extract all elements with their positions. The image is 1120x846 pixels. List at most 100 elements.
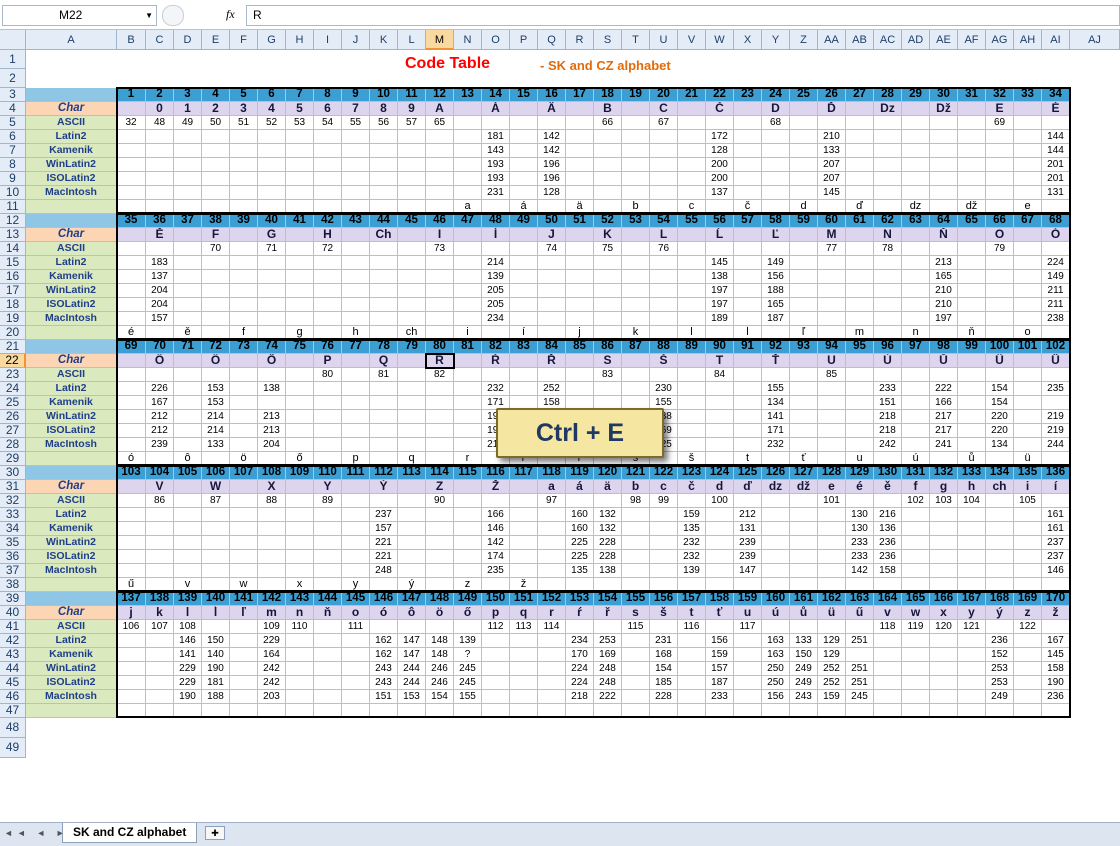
row-header-3[interactable]: 3 — [0, 88, 26, 102]
row-header-20[interactable]: 20 — [0, 326, 26, 340]
row-label-char: Char — [26, 228, 117, 242]
row-header-24[interactable]: 24 — [0, 382, 26, 396]
sheet-tab[interactable]: SK and CZ alphabet — [62, 823, 198, 843]
row-header-23[interactable]: 23 — [0, 368, 26, 382]
row-label-lower — [26, 704, 117, 718]
row-label-lower — [26, 326, 117, 340]
row-header-6[interactable]: 6 — [0, 130, 26, 144]
row-header-42[interactable]: 42 — [0, 634, 26, 648]
row-label-isolatin2: ISOLatin2 — [26, 550, 117, 564]
sheet-tab-bar: ◄◄ ◄ ► ►► SK and CZ alphabet ✚ — [0, 822, 1120, 846]
row-header-17[interactable]: 17 — [0, 284, 26, 298]
column-header-r[interactable]: R — [566, 30, 594, 50]
new-sheet-icon[interactable]: ✚ — [205, 826, 225, 840]
row-header-5[interactable]: 5 — [0, 116, 26, 130]
column-header-p[interactable]: P — [510, 30, 538, 50]
column-header-ad[interactable]: AD — [902, 30, 930, 50]
row-header-35[interactable]: 35 — [0, 536, 26, 550]
row-header-8[interactable]: 8 — [0, 158, 26, 172]
column-header-y[interactable]: Y — [762, 30, 790, 50]
row-header-7[interactable]: 7 — [0, 144, 26, 158]
column-header-w[interactable]: W — [706, 30, 734, 50]
column-header-ac[interactable]: AC — [874, 30, 902, 50]
row-header-4[interactable]: 4 — [0, 102, 26, 116]
column-header-c[interactable]: C — [146, 30, 174, 50]
column-header-o[interactable]: O — [482, 30, 510, 50]
row-header-11[interactable]: 11 — [0, 200, 26, 214]
row-header-16[interactable]: 16 — [0, 270, 26, 284]
row-header-40[interactable]: 40 — [0, 606, 26, 620]
row-header-14[interactable]: 14 — [0, 242, 26, 256]
row-header-12[interactable]: 12 — [0, 214, 26, 228]
column-header-ae[interactable]: AE — [930, 30, 958, 50]
row-header-2[interactable]: 2 — [0, 69, 26, 88]
column-header-i[interactable]: I — [314, 30, 342, 50]
row-header-21[interactable]: 21 — [0, 340, 26, 354]
column-header-l[interactable]: L — [398, 30, 426, 50]
row-header-19[interactable]: 19 — [0, 312, 26, 326]
row-header-37[interactable]: 37 — [0, 564, 26, 578]
row-header-1[interactable]: 1 — [0, 50, 26, 69]
row-header-32[interactable]: 32 — [0, 494, 26, 508]
row-header-27[interactable]: 27 — [0, 424, 26, 438]
row-header-10[interactable]: 10 — [0, 186, 26, 200]
row-header-33[interactable]: 33 — [0, 508, 26, 522]
row-header-48[interactable]: 48 — [0, 718, 26, 738]
row-header-39[interactable]: 39 — [0, 592, 26, 606]
column-header-j[interactable]: J — [342, 30, 370, 50]
row-header-30[interactable]: 30 — [0, 466, 26, 480]
row-header-46[interactable]: 46 — [0, 690, 26, 704]
row-header-22[interactable]: 22 — [0, 354, 26, 368]
shortcut-callout: Ctrl + E — [496, 408, 664, 458]
row-header-47[interactable]: 47 — [0, 704, 26, 718]
column-header-z[interactable]: Z — [790, 30, 818, 50]
select-all-corner[interactable] — [0, 30, 26, 50]
row-header-18[interactable]: 18 — [0, 298, 26, 312]
row-header-38[interactable]: 38 — [0, 578, 26, 592]
row-header-49[interactable]: 49 — [0, 738, 26, 758]
column-header-b[interactable]: B — [117, 30, 146, 50]
column-header-ah[interactable]: AH — [1014, 30, 1042, 50]
column-header-ag[interactable]: AG — [986, 30, 1014, 50]
row-label-ascii: ASCII — [26, 620, 117, 634]
row-header-15[interactable]: 15 — [0, 256, 26, 270]
column-header-af[interactable]: AF — [958, 30, 986, 50]
row-header-45[interactable]: 45 — [0, 676, 26, 690]
column-header-s[interactable]: S — [594, 30, 622, 50]
column-header-q[interactable]: Q — [538, 30, 566, 50]
row-header-28[interactable]: 28 — [0, 438, 26, 452]
row-header-9[interactable]: 9 — [0, 172, 26, 186]
row-label-char: Char — [26, 354, 117, 368]
column-header-m[interactable]: M — [426, 30, 454, 50]
row-header-44[interactable]: 44 — [0, 662, 26, 676]
column-header-e[interactable]: E — [202, 30, 230, 50]
column-header-ab[interactable]: AB — [846, 30, 874, 50]
column-header-k[interactable]: K — [370, 30, 398, 50]
column-header-g[interactable]: G — [258, 30, 286, 50]
column-header-n[interactable]: N — [454, 30, 482, 50]
column-header-a[interactable]: A — [26, 30, 117, 50]
section-header-label — [26, 340, 117, 354]
column-header-aa[interactable]: AA — [818, 30, 846, 50]
column-header-u[interactable]: U — [650, 30, 678, 50]
column-header-aj[interactable]: AJ — [1070, 30, 1120, 50]
row-header-13[interactable]: 13 — [0, 228, 26, 242]
column-header-x[interactable]: X — [734, 30, 762, 50]
row-label-ascii: ASCII — [26, 116, 117, 130]
row-header-25[interactable]: 25 — [0, 396, 26, 410]
row-header-29[interactable]: 29 — [0, 452, 26, 466]
row-header-43[interactable]: 43 — [0, 648, 26, 662]
row-header-26[interactable]: 26 — [0, 410, 26, 424]
row-header-36[interactable]: 36 — [0, 550, 26, 564]
column-header-f[interactable]: F — [230, 30, 258, 50]
column-header-v[interactable]: V — [678, 30, 706, 50]
row-header-31[interactable]: 31 — [0, 480, 26, 494]
column-header-t[interactable]: T — [622, 30, 650, 50]
column-header-ai[interactable]: AI — [1042, 30, 1070, 50]
row-label-winlatin2: WinLatin2 — [26, 410, 117, 424]
row-header-34[interactable]: 34 — [0, 522, 26, 536]
column-header-d[interactable]: D — [174, 30, 202, 50]
row-label-latin2: Latin2 — [26, 256, 117, 270]
column-header-h[interactable]: H — [286, 30, 314, 50]
row-header-41[interactable]: 41 — [0, 620, 26, 634]
